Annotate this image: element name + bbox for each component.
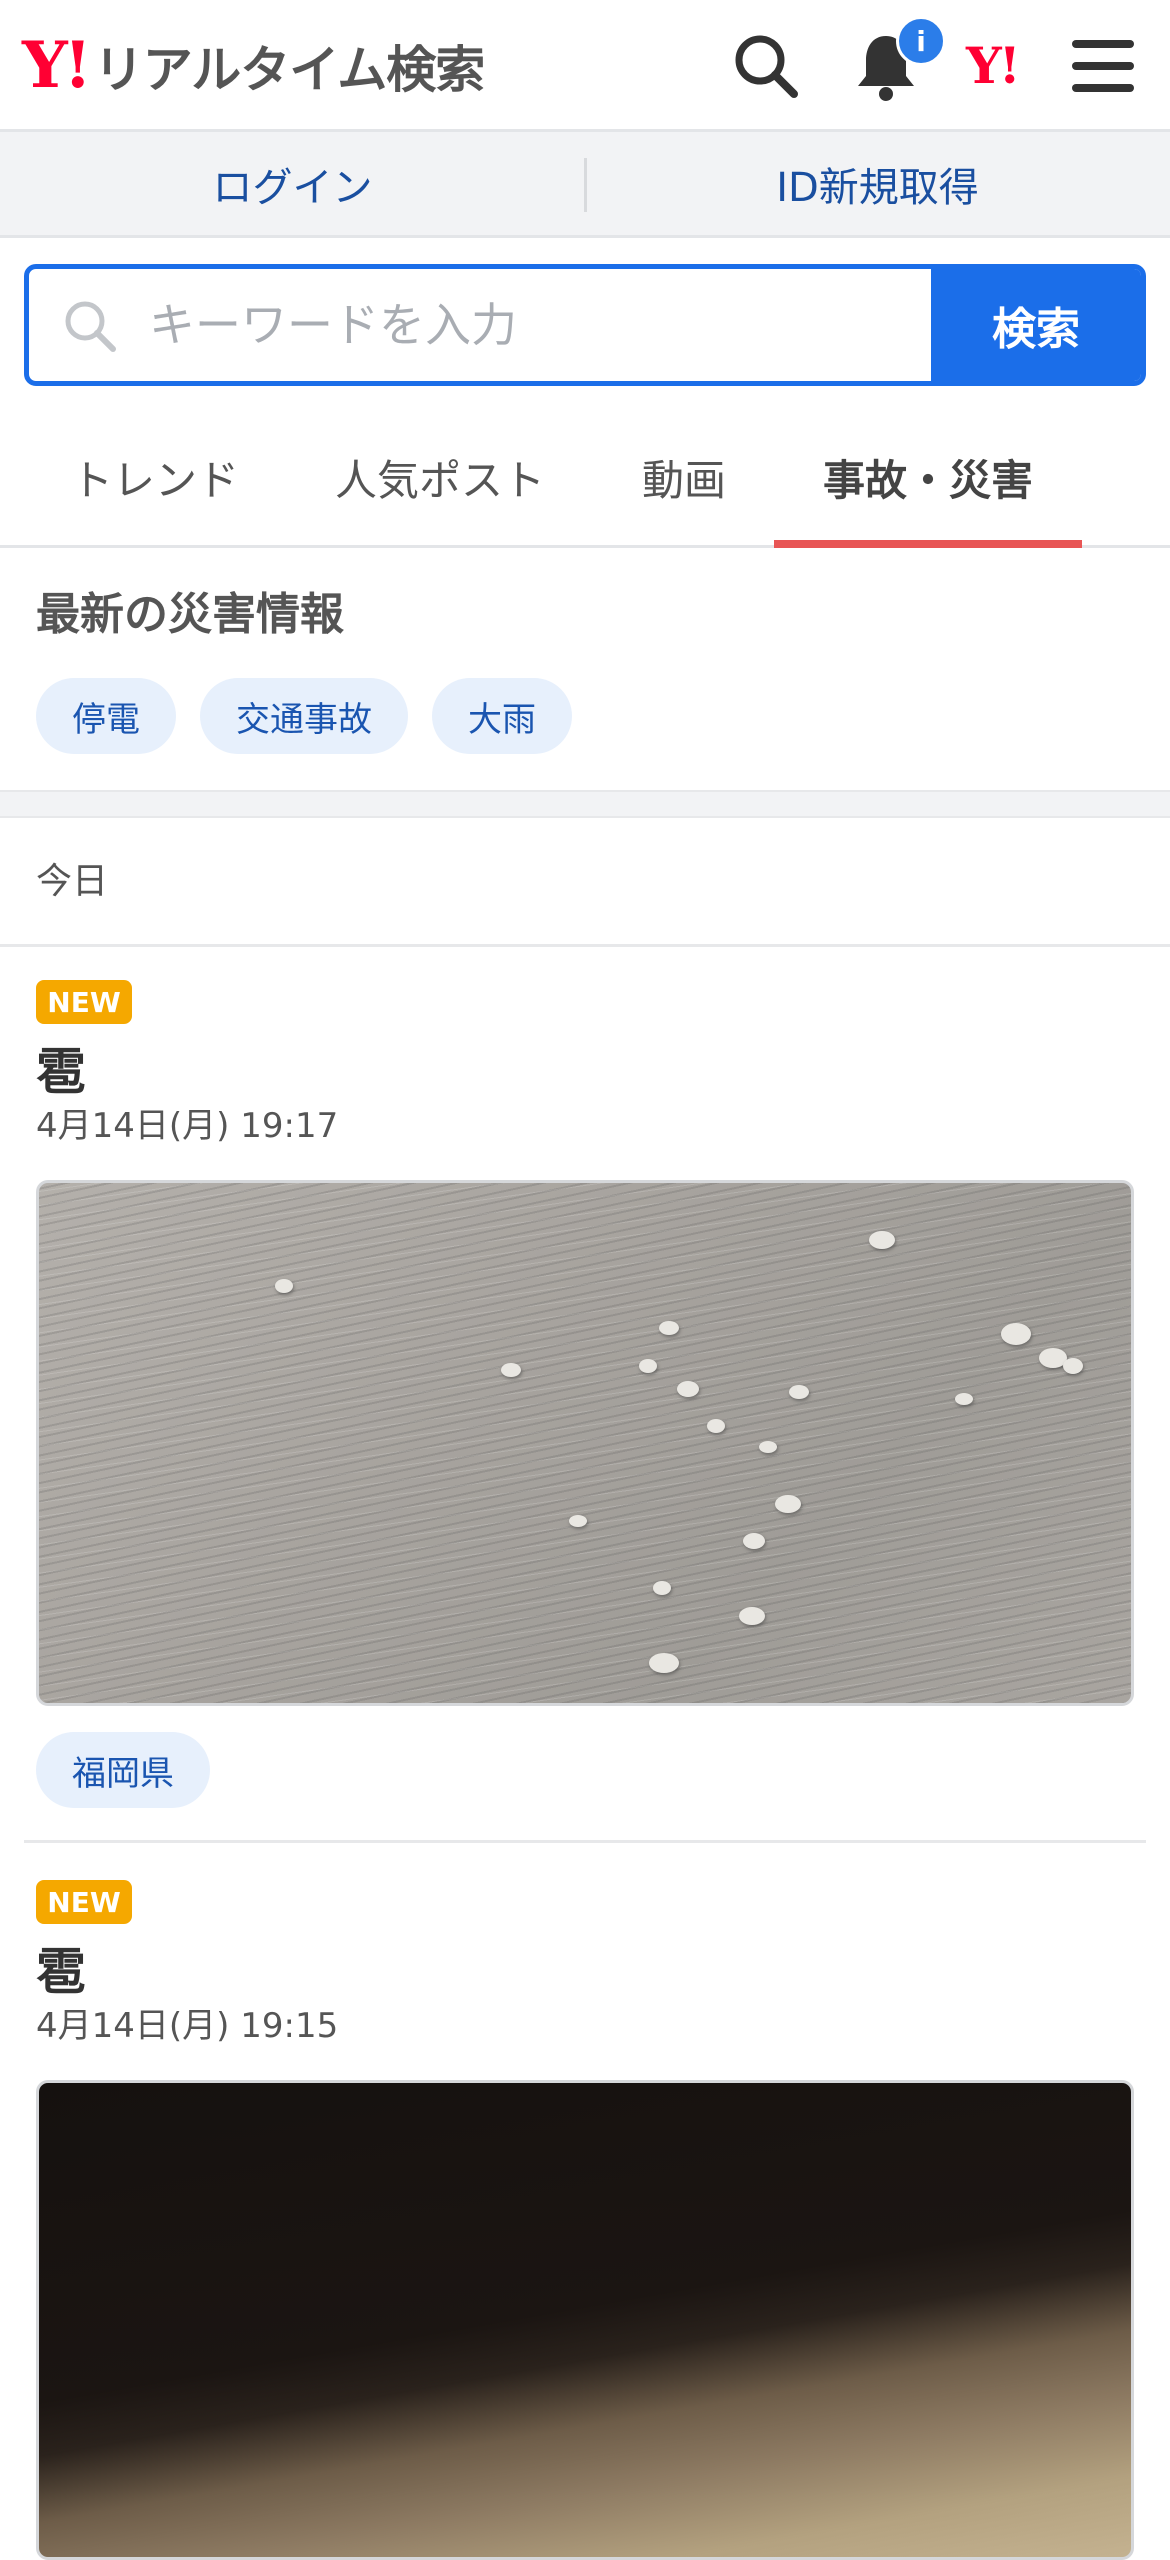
section-separator [0,790,1170,818]
register-link[interactable]: ID新規取得 [585,132,1170,235]
new-badge: NEW [36,980,132,1024]
yahoo-realtime-logo[interactable]: Y! リアルタイム検索 [22,28,485,104]
disaster-section-title: 最新の災害情報 [36,589,344,640]
search-input[interactable] [147,269,937,381]
login-link[interactable]: ログイン [0,132,585,235]
location-chip[interactable]: 福岡県 [36,1732,210,1808]
logo-title: リアルタイム検索 [93,41,485,99]
tab-accident-disaster[interactable]: 事故・災害 [774,410,1082,548]
yahoo-logo-mark: Y! [22,28,92,103]
post-divider [24,1840,1146,1843]
yahoo-japan-icon[interactable]: Y! [966,36,1042,112]
notification-badge: i [896,16,946,66]
post-image-night-grass[interactable] [36,2080,1134,2560]
tab-video[interactable]: 動画 [610,410,758,545]
search-field-icon [65,301,116,352]
date-group-divider [0,944,1170,947]
post-timestamp: 4月14日(月) 19:15 [36,2006,339,2046]
top-header: Y! リアルタイム検索 i Y! [0,0,1170,132]
date-group-label: 今日 [36,861,109,902]
new-badge: NEW [36,1880,132,1924]
tab-trend[interactable]: トレンド [36,410,274,545]
tab-bar: トレンド 人気ポスト 動画 事故・災害 [0,410,1170,548]
search-button[interactable]: 検索 [931,269,1141,381]
tab-popular-posts[interactable]: 人気ポスト [310,410,570,545]
post-title: 雹 [36,1943,86,2001]
hamburger-menu-icon[interactable] [1066,28,1142,104]
search-icon[interactable] [728,28,804,104]
post-image-hail-on-ground[interactable] [36,1180,1134,1706]
search-box: 検索 [24,264,1146,386]
login-bar: ログイン ID新規取得 [0,132,1170,238]
chip-traffic-accident[interactable]: 交通事故 [200,678,408,754]
chip-heavy-rain[interactable]: 大雨 [432,678,572,754]
post-timestamp: 4月14日(月) 19:17 [36,1106,339,1146]
post-title: 雹 [36,1043,86,1101]
chip-power-outage[interactable]: 停電 [36,678,176,754]
disaster-chips: 停電 交通事故 大雨 [36,678,572,754]
